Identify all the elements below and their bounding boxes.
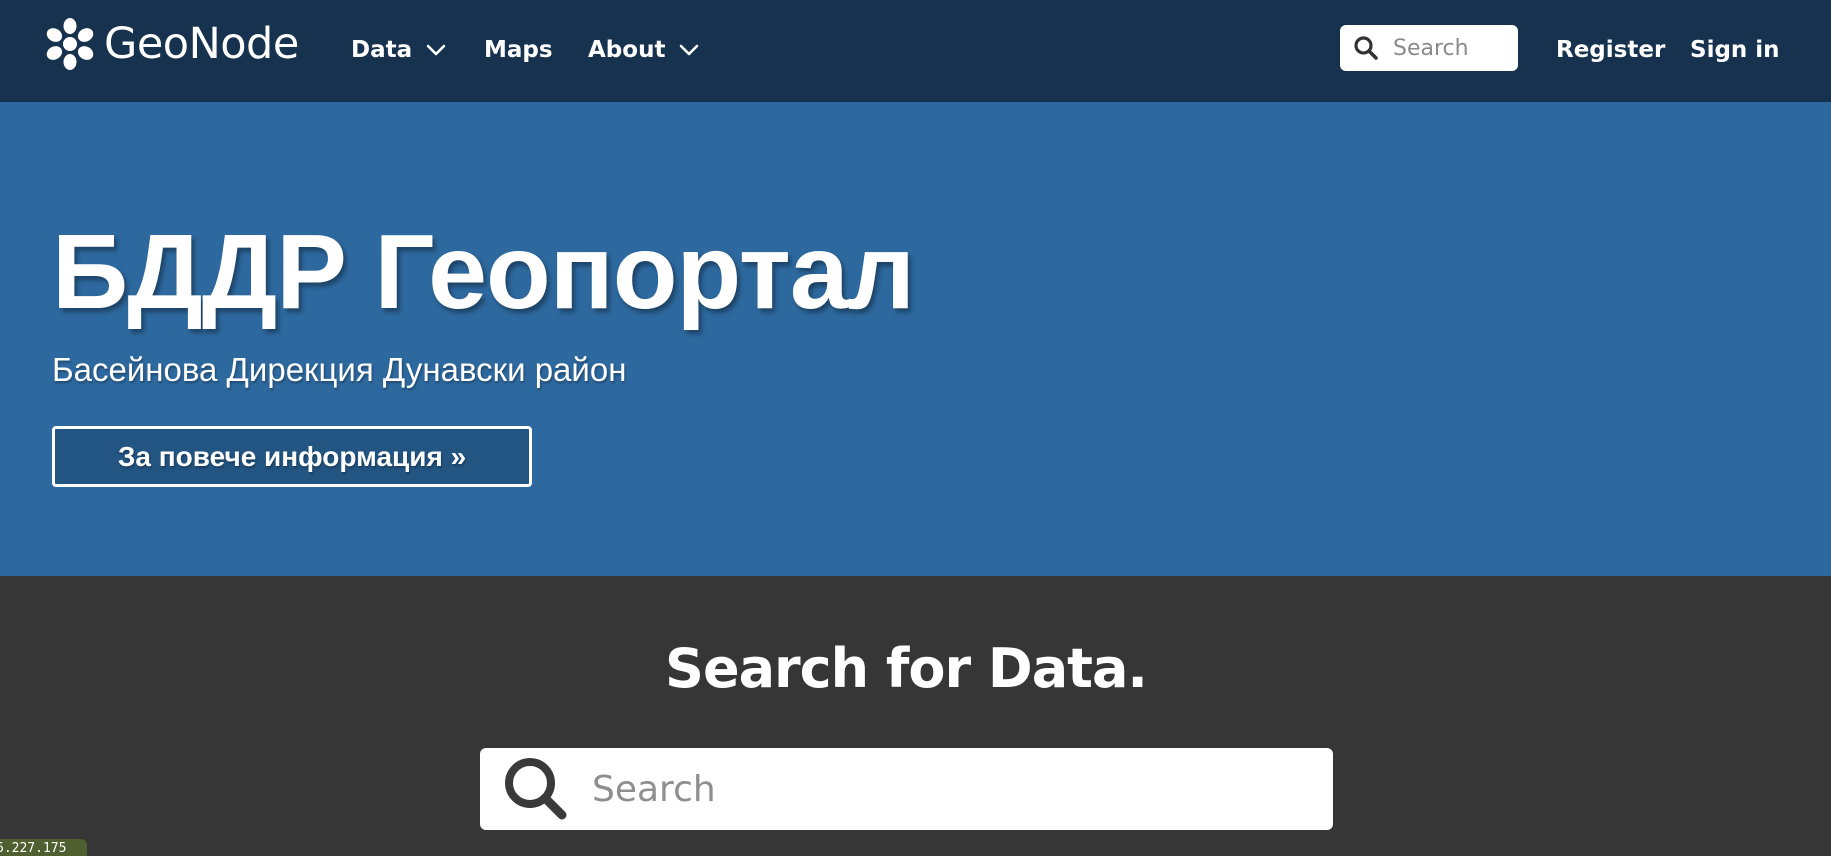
search-section: Search for Data. (0, 576, 1831, 856)
main-search-box[interactable] (480, 748, 1333, 830)
nav-maps-label: Maps (484, 37, 553, 63)
brand-link[interactable]: GeoNode (40, 12, 299, 76)
search-icon[interactable] (1340, 35, 1379, 61)
nav-about-label: About (588, 37, 666, 63)
register-link[interactable]: Register (1556, 30, 1665, 70)
navbar-search-input[interactable] (1393, 35, 1513, 61)
top-navbar: GeoNode Data Maps About Register Sign in (0, 0, 1831, 102)
search-icon[interactable] (480, 753, 572, 825)
hero-title: БДДР Геопортал (52, 213, 915, 331)
nav-data-dropdown[interactable]: Data (351, 30, 446, 70)
coordinates-badge: 6.227.175 (0, 839, 87, 856)
geonode-logo-icon (40, 12, 100, 76)
nav-about-dropdown[interactable]: About (588, 30, 699, 70)
main-search-input[interactable] (592, 768, 1292, 810)
sign-in-link[interactable]: Sign in (1690, 30, 1780, 70)
hero-subtitle: Басейнова Дирекция Дунавски район (52, 351, 627, 388)
chevron-down-icon (412, 44, 446, 56)
nav-data-label: Data (351, 37, 413, 63)
nav-maps-link[interactable]: Maps (484, 30, 553, 70)
more-info-button[interactable]: За повече информация » (52, 426, 532, 487)
brand-name: GeoNode (104, 19, 299, 69)
hero-banner: БДДР Геопортал Басейнова Дирекция Дунавс… (0, 102, 1831, 576)
navbar-search-box[interactable] (1340, 25, 1518, 71)
chevron-down-icon (665, 44, 699, 56)
search-heading: Search for Data. (665, 637, 1148, 700)
